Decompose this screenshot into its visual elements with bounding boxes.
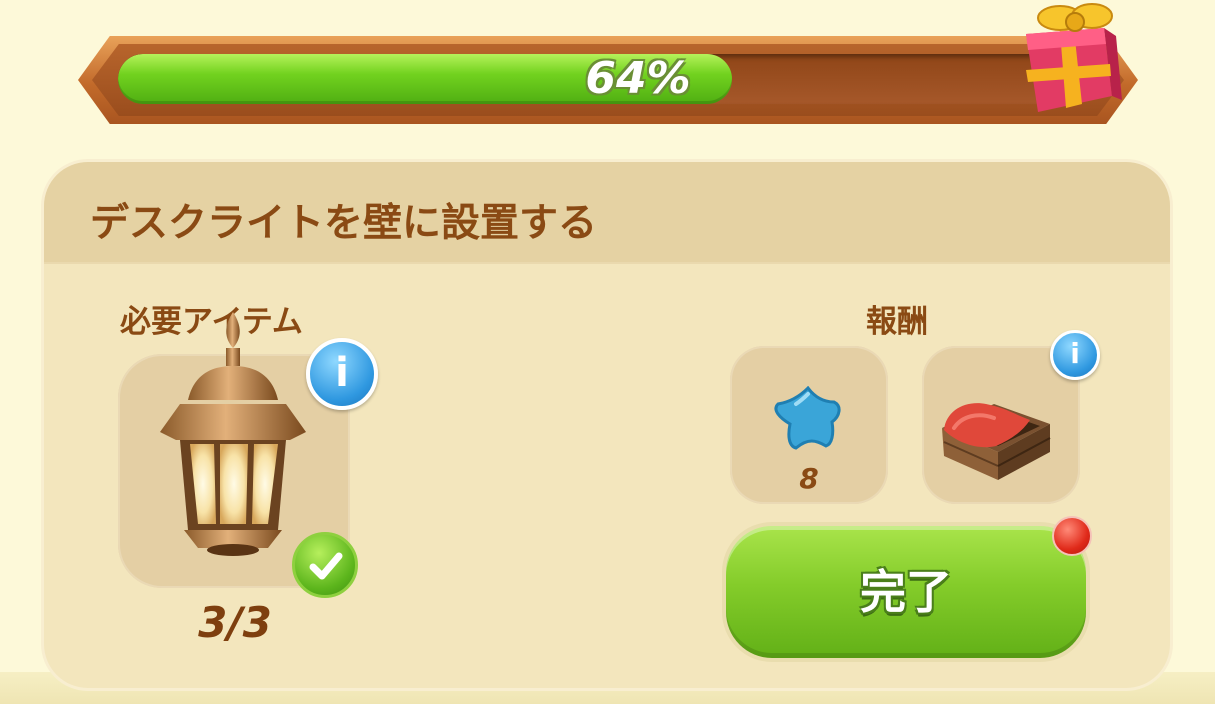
- task-title: デスクライトを壁に設置する: [90, 201, 598, 246]
- reward-info-icon[interactable]: i: [1050, 330, 1100, 380]
- complete-button[interactable]: 完了: [726, 526, 1086, 658]
- blue-star-icon: [774, 386, 841, 450]
- checkmark-icon: [292, 532, 358, 598]
- fabric-crate-icon: [942, 403, 1051, 480]
- reward-star-amount: 8: [799, 462, 819, 495]
- gift-box-icon[interactable]: [1012, 0, 1124, 124]
- reward-label: 報酬: [866, 304, 928, 340]
- required-item-count: 3/3: [198, 598, 272, 647]
- required-item-info-icon[interactable]: i: [306, 338, 378, 410]
- panel-header: デスクライトを壁に設置する: [44, 162, 1170, 264]
- complete-button-label: 完了: [860, 565, 952, 619]
- progress-percent-label: 64%: [585, 53, 691, 104]
- notification-dot-icon: [1052, 516, 1092, 556]
- lantern-icon: [160, 312, 306, 556]
